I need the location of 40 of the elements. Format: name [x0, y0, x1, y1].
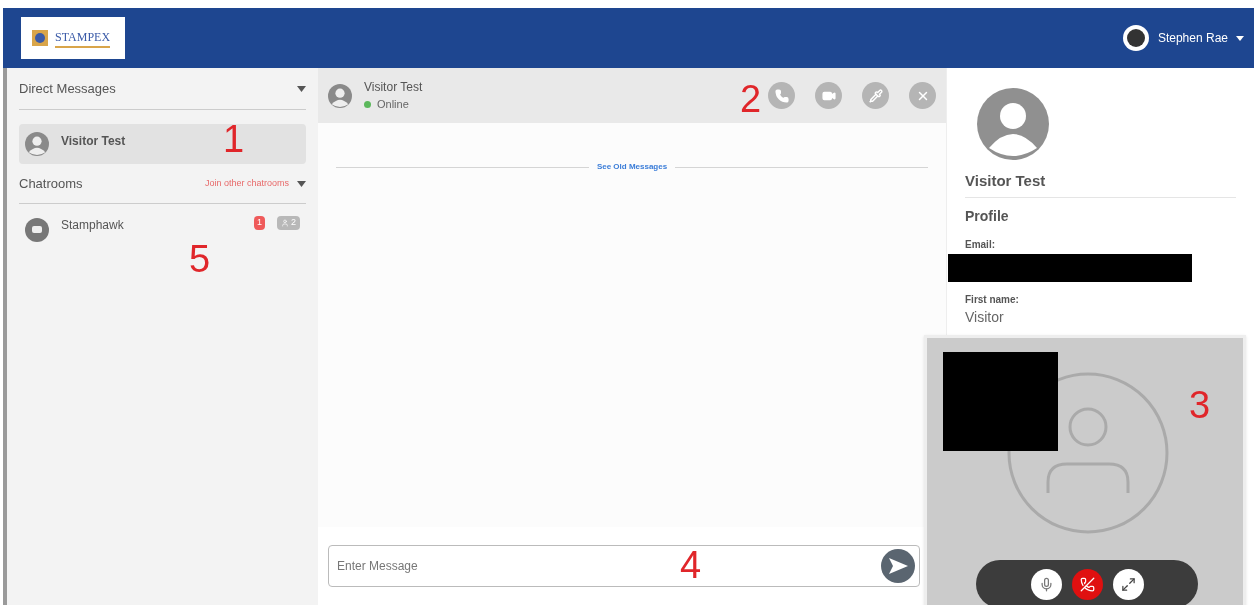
section-title: Direct Messages	[19, 79, 116, 98]
fullscreen-button[interactable]	[1112, 568, 1144, 600]
chatroom-name: Stamphawk	[61, 217, 125, 234]
pipette-icon	[868, 88, 883, 103]
chat-bubble-icon	[25, 218, 49, 242]
profile-avatar-icon	[977, 88, 1049, 160]
person-icon	[281, 218, 289, 227]
annotation-number: 2	[740, 80, 762, 118]
section-title: Chatrooms	[19, 174, 83, 193]
microphone-button[interactable]	[1030, 568, 1062, 600]
emblem-icon	[29, 27, 51, 49]
annotation-number: 4	[680, 546, 702, 584]
see-old-messages-link[interactable]: See Old Messages	[596, 161, 668, 173]
hang-up-icon	[1079, 576, 1095, 592]
caret-icon[interactable]	[297, 85, 306, 92]
unread-badge: 1	[253, 216, 265, 230]
avatar-icon	[328, 83, 352, 108]
profile-name: Visitor Test	[965, 170, 1236, 198]
annotation-number: 5	[189, 240, 211, 278]
profile-section-title: Profile	[965, 206, 1010, 226]
contact-name: Visitor Test	[61, 133, 126, 150]
hang-up-button[interactable]	[1071, 568, 1103, 600]
field-label: Email:	[965, 237, 996, 252]
microphone-icon	[1038, 576, 1054, 592]
contact-name: Visitor Test	[364, 79, 423, 97]
user-name[interactable]: Stephen Rae	[1157, 29, 1228, 47]
field-value: Visitor	[965, 307, 1005, 327]
send-icon[interactable]	[881, 549, 915, 583]
member-count-badge: 2	[277, 216, 300, 230]
logo-text: STAMPEX	[55, 28, 111, 48]
status-text: Online	[377, 97, 409, 113]
user-avatar-icon[interactable]	[1121, 24, 1150, 52]
field-label: First name:	[965, 292, 1020, 307]
phone-icon	[774, 88, 789, 103]
expand-icon	[1120, 576, 1136, 592]
avatar-icon	[25, 132, 49, 156]
logo[interactable]: STAMPEX	[21, 17, 125, 59]
caret-icon[interactable]	[1236, 35, 1244, 41]
annotation-number: 3	[1189, 386, 1211, 424]
caret-icon[interactable]	[297, 180, 306, 187]
